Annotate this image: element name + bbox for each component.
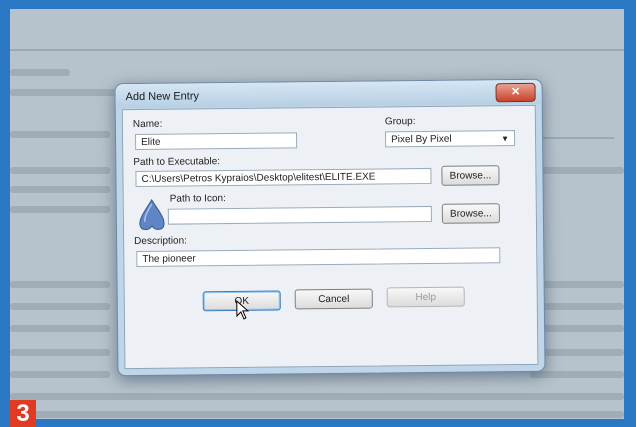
- executable-path-label: Path to Executable:: [133, 156, 221, 169]
- cancel-button[interactable]: Cancel: [294, 288, 373, 310]
- background-text-line: [10, 186, 110, 193]
- description-label: Description:: [134, 235, 188, 248]
- executable-path-field[interactable]: C:\Users\Petros Kypraios\Desktop\elitest…: [135, 167, 432, 188]
- add-new-entry-dialog: Add New Entry ✕ Name: Elite Group: Pixel…: [114, 78, 546, 377]
- icon-path-label: Path to Icon:: [169, 193, 226, 205]
- background-text-line: [10, 89, 120, 96]
- group-selected-value: Pixel By Pixel: [391, 133, 452, 146]
- group-select[interactable]: Pixel By Pixel ▼: [384, 130, 516, 148]
- browse-executable-button[interactable]: Browse...: [441, 165, 500, 186]
- background-text-line: [10, 167, 110, 174]
- dialog-content: Name: Elite Group: Pixel By Pixel ▼ Path…: [121, 104, 539, 370]
- dialog-title: Add New Entry: [125, 90, 200, 104]
- help-button[interactable]: Help: [386, 286, 465, 308]
- background-text-line: [530, 371, 624, 378]
- app-droplet-icon: [139, 198, 165, 231]
- application-icon: [136, 198, 168, 232]
- name-label: Name:: [132, 118, 163, 131]
- background-text-line: [10, 325, 110, 332]
- dialog-titlebar[interactable]: Add New Entry ✕: [115, 79, 542, 109]
- close-icon: ✕: [510, 86, 521, 99]
- background-text-line: [10, 393, 624, 400]
- background-text-line: [10, 303, 110, 310]
- group-label: Group:: [384, 116, 416, 128]
- step-number-badge: 3: [10, 400, 36, 427]
- background-text-line: [10, 411, 624, 418]
- icon-path-field[interactable]: [167, 205, 432, 225]
- background-text-line: [10, 131, 110, 138]
- background-divider: [10, 49, 624, 51]
- name-field[interactable]: Elite: [135, 132, 298, 151]
- chevron-down-icon: ▼: [501, 134, 510, 144]
- background-text-line: [10, 349, 110, 356]
- background-text-line: [10, 281, 110, 288]
- background-text-line: [10, 69, 70, 76]
- background-text-line: [10, 206, 110, 213]
- description-field[interactable]: The pioneer: [136, 247, 501, 268]
- background-text-line: [10, 371, 110, 378]
- browse-icon-button[interactable]: Browse...: [441, 203, 500, 224]
- mouse-cursor-icon: [236, 299, 250, 320]
- close-button[interactable]: ✕: [495, 82, 536, 103]
